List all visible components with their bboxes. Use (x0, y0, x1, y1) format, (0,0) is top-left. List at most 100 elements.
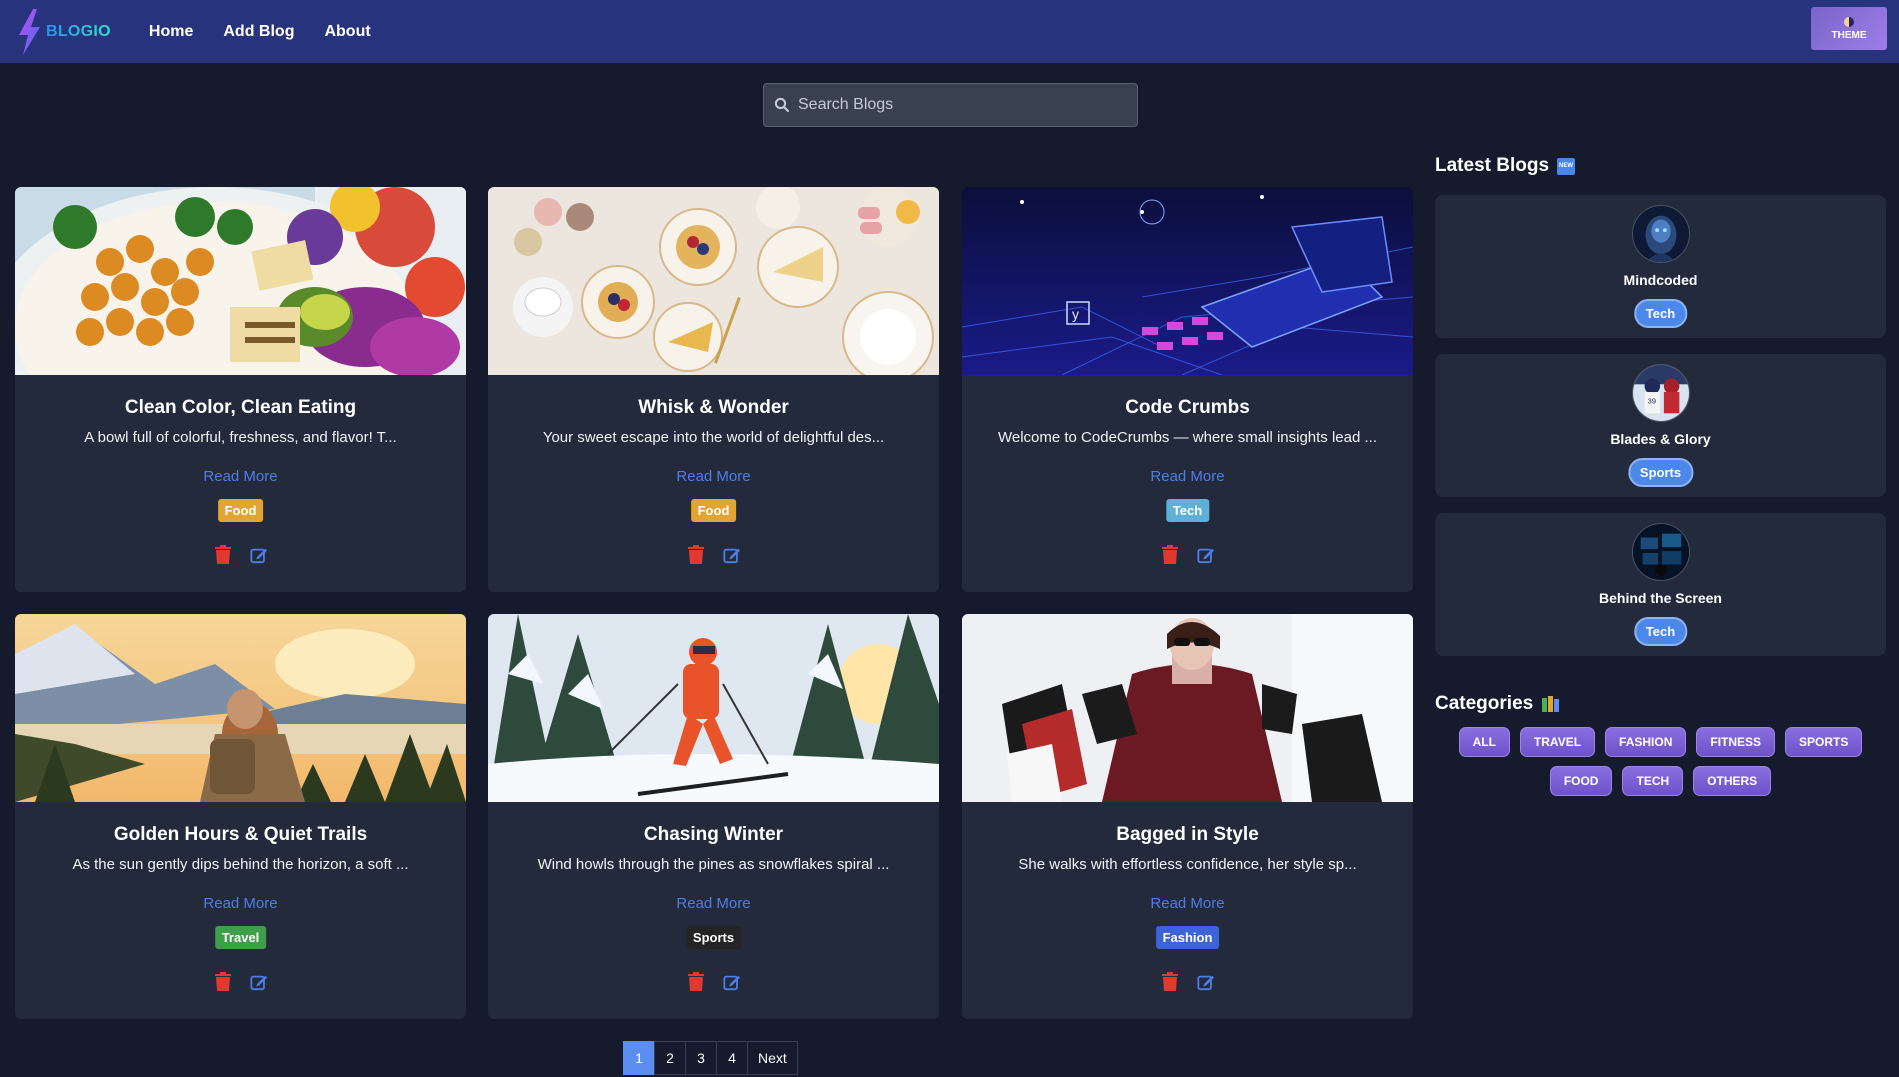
category-tag: Sports (685, 926, 742, 949)
card-actions (962, 545, 1413, 565)
blog-card: Chasing Winter Wind howls through the pi… (488, 614, 939, 1019)
blog-card-description: A bowl full of colorful, freshness, and … (84, 429, 397, 446)
pagination: 1 2 3 4 Next (623, 1041, 798, 1075)
blog-avatar (1631, 523, 1690, 581)
edit-icon[interactable] (249, 972, 268, 992)
blog-avatar: 39 (1631, 364, 1690, 422)
nav-home-link[interactable]: Home (149, 23, 193, 41)
categories-title: Categories (1435, 693, 1534, 714)
category-fitness[interactable]: FITNESS (1696, 727, 1776, 757)
blog-card: Whisk & Wonder Your sweet escape into th… (488, 187, 939, 592)
read-more-link[interactable]: Read More (962, 895, 1413, 912)
new-badge-icon: NEW (1557, 157, 1576, 175)
blog-card: y Code Crumbs Welcome to CodeCrumbs — wh… (962, 187, 1413, 592)
svg-text:y: y (1072, 306, 1079, 322)
lightning-logo-icon (19, 8, 40, 55)
desserts-image (488, 187, 939, 375)
edit-icon[interactable] (1196, 545, 1215, 565)
delete-icon[interactable] (214, 972, 232, 992)
screens-avatar-image (1632, 524, 1689, 580)
latest-blog-card[interactable]: 39 Blades & Glory Sports (1435, 354, 1886, 497)
page-button-4[interactable]: 4 (716, 1041, 748, 1075)
robot-avatar-image (1632, 206, 1689, 262)
category-tech[interactable]: TECH (1622, 766, 1684, 796)
latest-blog-name: Blades & Glory (1610, 431, 1711, 447)
fashion-image (962, 614, 1413, 802)
card-actions (488, 972, 939, 992)
latest-blogs-heading: Latest Blogs NEW (1435, 155, 1576, 177)
read-more-link[interactable]: Read More (488, 468, 939, 485)
edit-icon[interactable] (1196, 972, 1215, 992)
latest-blog-card[interactable]: Behind the Screen Tech (1435, 513, 1886, 656)
blog-card-image[interactable] (962, 614, 1413, 802)
navbar: BLOGIO Home Add Blog About THEME (0, 0, 1899, 63)
theme-toggle-button[interactable]: THEME (1811, 7, 1887, 50)
blog-card-description: As the sun gently dips behind the horizo… (72, 856, 409, 873)
edit-icon[interactable] (722, 972, 741, 992)
category-tag: Tech (1165, 499, 1210, 522)
blog-card-image[interactable] (15, 187, 466, 375)
latest-blog-name: Behind the Screen (1599, 590, 1722, 606)
latest-blogs-title: Latest Blogs (1435, 155, 1550, 176)
category-row: FOOD TECH OTHERS (1435, 766, 1886, 796)
search-input[interactable] (798, 96, 1118, 114)
books-icon (1542, 696, 1560, 712)
half-moon-icon (1844, 16, 1854, 27)
category-fashion[interactable]: FASHION (1605, 727, 1687, 757)
edit-icon[interactable] (722, 545, 741, 565)
latest-blog-card[interactable]: Mindcoded Tech (1435, 195, 1886, 338)
category-sports[interactable]: SPORTS (1785, 727, 1863, 757)
theme-label: THEME (1831, 29, 1867, 41)
blog-card-title: Whisk & Wonder (638, 397, 789, 418)
category-travel[interactable]: TRAVEL (1519, 727, 1596, 757)
svg-text:39: 39 (1647, 397, 1656, 406)
tech-circuit-image: y (962, 187, 1413, 375)
category-tag: Food (217, 499, 264, 522)
categories-heading: Categories (1435, 693, 1561, 715)
blog-card-image[interactable] (488, 614, 939, 802)
blog-card-image[interactable]: y (962, 187, 1413, 375)
blog-card-description: Your sweet escape into the world of deli… (542, 429, 885, 446)
delete-icon[interactable] (687, 972, 705, 992)
search-icon (774, 97, 790, 113)
skier-image (488, 614, 939, 802)
food-bowl-image (15, 187, 466, 375)
read-more-link[interactable]: Read More (962, 468, 1413, 485)
latest-blog-tag: Tech (1633, 617, 1688, 646)
delete-icon[interactable] (1161, 972, 1179, 992)
latest-blog-tag: Tech (1633, 299, 1688, 328)
page-button-2[interactable]: 2 (654, 1041, 686, 1075)
next-page-button[interactable]: Next (747, 1041, 798, 1075)
nav-add-blog-link[interactable]: Add Blog (223, 23, 294, 41)
blog-card-description: She walks with effortless confidence, he… (1018, 856, 1357, 873)
delete-icon[interactable] (687, 545, 705, 565)
brand-logo[interactable]: BLOGIO (14, 0, 111, 63)
mountain-lake-image (15, 614, 466, 802)
blog-card-title: Bagged in Style (1116, 824, 1259, 845)
category-row: ALL TRAVEL FASHION FITNESS SPORTS (1435, 727, 1886, 757)
category-food[interactable]: FOOD (1549, 766, 1613, 796)
blog-card-title: Clean Color, Clean Eating (124, 397, 357, 418)
blog-card-description: Welcome to CodeCrumbs — where small insi… (997, 429, 1378, 446)
read-more-link[interactable]: Read More (15, 468, 466, 485)
nav-links: Home Add Blog About (149, 23, 371, 41)
page-button-1[interactable]: 1 (623, 1041, 655, 1075)
delete-icon[interactable] (1161, 545, 1179, 565)
read-more-link[interactable]: Read More (488, 895, 939, 912)
category-others[interactable]: OTHERS (1693, 766, 1772, 796)
page-button-3[interactable]: 3 (685, 1041, 717, 1075)
blog-card-image[interactable] (15, 614, 466, 802)
blog-avatar (1631, 205, 1690, 263)
blog-card-image[interactable] (488, 187, 939, 375)
delete-icon[interactable] (214, 545, 232, 565)
blog-card-description: Wind howls through the pines as snowflak… (537, 856, 890, 873)
blog-card-title: Golden Hours & Quiet Trails (113, 824, 368, 845)
read-more-link[interactable]: Read More (15, 895, 466, 912)
category-all[interactable]: ALL (1458, 727, 1510, 757)
nav-about-link[interactable]: About (324, 23, 370, 41)
blog-card-title: Code Crumbs (1125, 397, 1250, 418)
latest-blog-name: Mindcoded (1623, 272, 1698, 288)
card-actions (15, 972, 466, 992)
edit-icon[interactable] (249, 545, 268, 565)
card-actions (488, 545, 939, 565)
